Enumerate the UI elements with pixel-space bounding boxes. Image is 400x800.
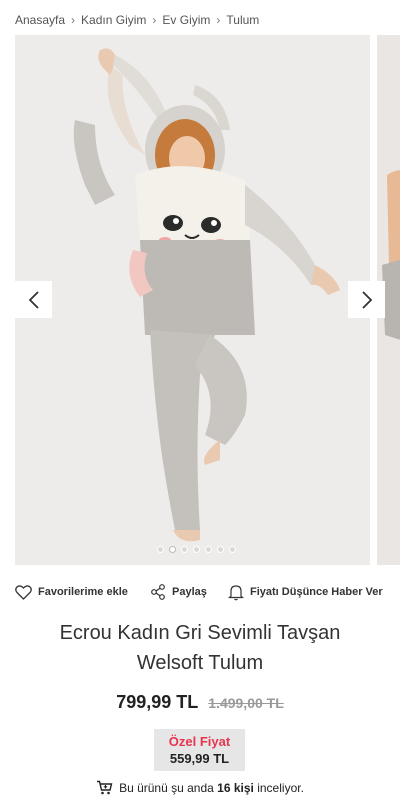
- share-button[interactable]: Paylaş: [150, 584, 228, 600]
- breadcrumb-tulum[interactable]: Tulum: [226, 13, 259, 27]
- chevron-right-icon: ›: [71, 13, 76, 27]
- gallery-pagination: [157, 546, 236, 553]
- favorite-label: Favorilerime ekle: [38, 586, 128, 598]
- heart-icon: [15, 584, 32, 600]
- gallery-next-button[interactable]: [348, 281, 385, 318]
- share-label: Paylaş: [172, 586, 207, 598]
- old-price: 1.499,00 TL: [208, 695, 284, 711]
- product-actions: Favorilerime ekle Paylaş Fiyatı Düşünce …: [15, 580, 400, 604]
- gallery-dot[interactable]: [229, 546, 236, 553]
- product-gallery[interactable]: [15, 35, 400, 565]
- gallery-dot[interactable]: [205, 546, 212, 553]
- price-alert-label: Fiyatı Düşünce Haber Ver: [250, 586, 383, 598]
- share-icon: [151, 584, 165, 600]
- viewers-prefix: Bu ürünü şu anda: [119, 780, 214, 795]
- breadcrumb-ev-giyim[interactable]: Ev Giyim: [162, 13, 210, 27]
- gallery-dot-active[interactable]: [169, 546, 176, 553]
- gallery-dot[interactable]: [193, 546, 200, 553]
- woman-in-bunny-onesie-photo: [15, 35, 370, 565]
- chevron-right-icon: ›: [216, 13, 221, 27]
- chevron-right-icon: ›: [152, 13, 157, 27]
- gallery-dot[interactable]: [157, 546, 164, 553]
- product-title: Ecrou Kadın Gri Sevimli Tavşan Welsoft T…: [0, 618, 400, 678]
- gallery-prev-button[interactable]: [15, 281, 52, 318]
- breadcrumb-kadin-giyim[interactable]: Kadın Giyim: [81, 13, 146, 27]
- gallery-dot[interactable]: [217, 546, 224, 553]
- product-image-main[interactable]: [15, 35, 370, 565]
- chevron-right-icon: [361, 290, 372, 309]
- viewers-count: 16 kişi: [217, 780, 254, 795]
- breadcrumb-home[interactable]: Anasayfa: [15, 13, 65, 27]
- gallery-dot[interactable]: [181, 546, 188, 553]
- bell-icon: [228, 584, 244, 600]
- price-block: 799,99 TL 1.499,00 TL: [0, 692, 400, 713]
- favorite-button[interactable]: Favorilerime ekle: [15, 584, 150, 600]
- breadcrumb: Anasayfa › Kadın Giyim › Ev Giyim › Tulu…: [15, 10, 390, 30]
- chevron-left-icon: [28, 290, 39, 309]
- special-price-label: Özel Fiyat: [168, 734, 231, 749]
- cart-icon: [97, 780, 113, 795]
- product-title-line2: Welsoft Tulum: [136, 652, 264, 674]
- special-price-box: Özel Fiyat 559,99 TL: [154, 729, 245, 771]
- special-price-value: 559,99 TL: [169, 751, 230, 766]
- current-price: 799,99 TL: [116, 692, 199, 712]
- price-alert-button[interactable]: Fiyatı Düşünce Haber Ver: [228, 584, 383, 601]
- viewers-notice: Bu ürünü şu anda 16 kişi inceliyor.: [0, 780, 400, 795]
- viewers-suffix: inceliyor.: [257, 780, 304, 795]
- product-title-line1: Ecrou Kadın Gri Sevimli Tavşan: [59, 622, 341, 644]
